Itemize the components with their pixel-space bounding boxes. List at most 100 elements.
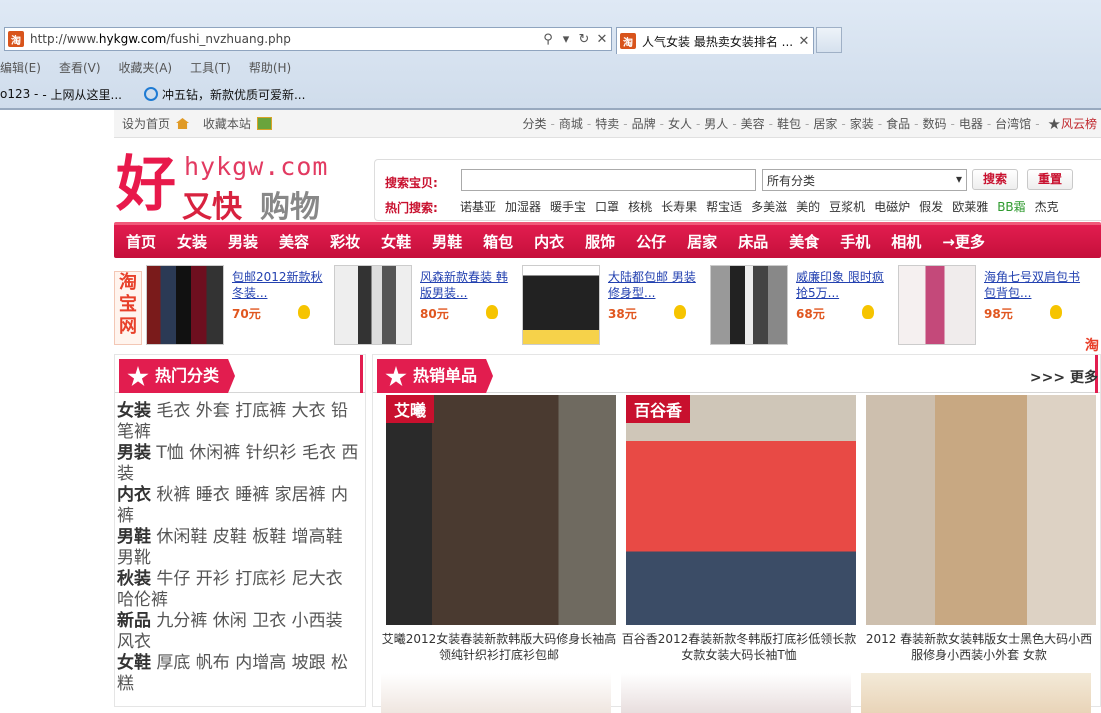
product-image[interactable]: 百谷香: [626, 395, 856, 625]
product-card[interactable]: 百谷香百谷香2012春装新款冬韩版打底衫低领长款女款女装大码长袖T恤: [621, 395, 861, 663]
top-link[interactable]: 居家: [813, 115, 837, 132]
top-link[interactable]: 台湾馆: [995, 115, 1031, 132]
top-link[interactable]: 数码: [922, 115, 946, 132]
product-image-partial[interactable]: [621, 673, 851, 713]
category-key[interactable]: 新品: [117, 611, 151, 631]
category-values[interactable]: 九分裤 休闲 卫衣 小西装 风衣: [117, 611, 343, 652]
hot-search-term[interactable]: 核桃: [628, 198, 652, 215]
product-image[interactable]: [866, 395, 1096, 625]
dropdown-icon[interactable]: ▾: [557, 32, 575, 47]
top-link[interactable]: 商城: [559, 115, 583, 132]
promo-item[interactable]: 海角七号双肩包书包背包... 98元: [898, 265, 1082, 345]
product-image-partial[interactable]: [861, 673, 1091, 713]
menu-help[interactable]: 帮助(H): [249, 59, 291, 76]
top-link[interactable]: 电器: [959, 115, 983, 132]
search-input[interactable]: [461, 169, 756, 191]
promo-title[interactable]: 威廉印象 限时疯抢5万...: [796, 269, 892, 301]
fav-item[interactable]: o123 -: [0, 87, 38, 101]
hot-search-term[interactable]: 电磁炉: [874, 198, 910, 215]
promo-thumbnail[interactable]: [522, 265, 600, 345]
category-select[interactable]: 所有分类: [762, 169, 967, 191]
hot-search-term[interactable]: 诺基亚: [460, 198, 496, 215]
top-link[interactable]: 鞋包: [777, 115, 801, 132]
category-values[interactable]: 毛衣 外套 打底裤 大衣 铅笔裤: [117, 401, 348, 442]
top-link[interactable]: 女人: [668, 115, 692, 132]
top-link[interactable]: 家装: [850, 115, 874, 132]
category-values[interactable]: 休闲鞋 皮鞋 板鞋 增高鞋 男靴: [117, 527, 343, 568]
menu-view[interactable]: 查看(V): [59, 59, 101, 76]
promo-thumbnail[interactable]: [710, 265, 788, 345]
more-link[interactable]: >>> 更多: [1030, 367, 1098, 387]
product-card[interactable]: 艾曦艾曦2012女装春装新款韩版大码修身长袖高领纯针织衫打底衫包邮: [381, 395, 621, 663]
reset-button[interactable]: 重置: [1027, 169, 1073, 190]
nav-item[interactable]: →更多: [942, 231, 985, 252]
promo-item[interactable]: 威廉印象 限时疯抢5万... 68元: [710, 265, 894, 345]
stop-icon[interactable]: ✕: [593, 32, 611, 47]
menu-favorites[interactable]: 收藏夹(A): [119, 59, 173, 76]
hot-search-term[interactable]: 杰克: [1035, 198, 1059, 215]
nav-item[interactable]: 男鞋: [432, 231, 462, 252]
category-values[interactable]: 厚底 帆布 内增高 坡跟 松糕: [117, 653, 348, 694]
promo-title[interactable]: 海角七号双肩包书包背包...: [984, 269, 1080, 301]
hot-rank-link[interactable]: 风云榜: [1061, 115, 1097, 132]
hot-search-term[interactable]: 多美滋: [751, 198, 787, 215]
address-bar[interactable]: 淘 http://www.hykgw.com/fushi_nvzhuang.ph…: [4, 27, 612, 51]
fav-item[interactable]: - 上网从这里...: [42, 86, 122, 103]
search-icon[interactable]: ⚲: [539, 32, 557, 47]
product-image[interactable]: 艾曦: [386, 395, 616, 625]
taobao-badge[interactable]: 淘宝网: [114, 271, 142, 345]
category-key[interactable]: 女鞋: [117, 653, 151, 673]
hot-search-term[interactable]: 暖手宝: [550, 198, 586, 215]
promo-title[interactable]: 大陆都包邮 男装修身型...: [608, 269, 704, 301]
hot-search-term[interactable]: 加湿器: [505, 198, 541, 215]
top-link[interactable]: 美容: [741, 115, 765, 132]
nav-item[interactable]: 床品: [738, 231, 768, 252]
nav-item[interactable]: 公仔: [636, 231, 666, 252]
category-values[interactable]: 秋裤 睡衣 睡裤 家居裤 内裤: [117, 485, 348, 526]
promo-item[interactable]: 风森新款春装 韩版男装... 80元: [334, 265, 518, 345]
hot-search-term[interactable]: 帮宝适: [706, 198, 742, 215]
top-link[interactable]: 特卖: [595, 115, 619, 132]
nav-item[interactable]: 男装: [228, 231, 258, 252]
top-link[interactable]: 品牌: [632, 115, 656, 132]
category-key[interactable]: 秋装: [117, 569, 151, 589]
nav-item[interactable]: 彩妆: [330, 231, 360, 252]
promo-title[interactable]: 风森新款春装 韩版男装...: [420, 269, 516, 301]
menu-tools[interactable]: 工具(T): [190, 59, 231, 76]
category-key[interactable]: 男鞋: [117, 527, 151, 547]
hot-search-term[interactable]: 长寿果: [661, 198, 697, 215]
nav-item[interactable]: 手机: [840, 231, 870, 252]
hot-search-term[interactable]: 美的: [796, 198, 820, 215]
nav-item[interactable]: 女装: [177, 231, 207, 252]
url-text[interactable]: http://www.hykgw.com/fushi_nvzhuang.php: [30, 32, 539, 46]
category-key[interactable]: 男装: [117, 443, 151, 463]
promo-thumbnail[interactable]: [334, 265, 412, 345]
hot-search-term[interactable]: 豆浆机: [829, 198, 865, 215]
category-values[interactable]: 牛仔 开衫 打底衫 尼大衣 哈伦裤: [117, 569, 343, 610]
product-card[interactable]: 2012 春装新款女装韩版女士黑色大码小西服修身小西装小外套 女款: [861, 395, 1101, 663]
product-title[interactable]: 百谷香2012春装新款冬韩版打底衫低领长款女款女装大码长袖T恤: [621, 631, 857, 663]
nav-item[interactable]: 首页: [126, 231, 156, 252]
promo-thumbnail[interactable]: [898, 265, 976, 345]
set-homepage-link[interactable]: 设为首页: [122, 117, 170, 131]
nav-item[interactable]: 相机: [891, 231, 921, 252]
bookmark-site-link[interactable]: 收藏本站: [203, 117, 251, 131]
nav-item[interactable]: 美食: [789, 231, 819, 252]
menu-edit[interactable]: 编辑(E): [0, 59, 41, 76]
taobao-mini-icon[interactable]: 淘: [1085, 335, 1099, 355]
top-link[interactable]: 食品: [886, 115, 910, 132]
nav-item[interactable]: 居家: [687, 231, 717, 252]
product-title[interactable]: 艾曦2012女装春装新款韩版大码修身长袖高领纯针织衫打底衫包邮: [381, 631, 617, 663]
hot-search-term[interactable]: BB霜: [997, 198, 1025, 215]
top-link[interactable]: 男人: [704, 115, 728, 132]
search-button[interactable]: 搜索: [972, 169, 1018, 190]
refresh-icon[interactable]: ↻: [575, 32, 593, 47]
product-image-partial[interactable]: [381, 673, 611, 713]
nav-item[interactable]: 箱包: [483, 231, 513, 252]
promo-thumbnail[interactable]: [146, 265, 224, 345]
tab-close-icon[interactable]: ✕: [795, 34, 813, 49]
fav-item[interactable]: 冲五钻，新款优质可爱新...: [143, 86, 305, 103]
product-title[interactable]: 2012 春装新款女装韩版女士黑色大码小西服修身小西装小外套 女款: [861, 631, 1097, 663]
promo-item[interactable]: 大陆都包邮 男装修身型... 38元: [522, 265, 706, 345]
hot-search-term[interactable]: 欧莱雅: [952, 198, 988, 215]
